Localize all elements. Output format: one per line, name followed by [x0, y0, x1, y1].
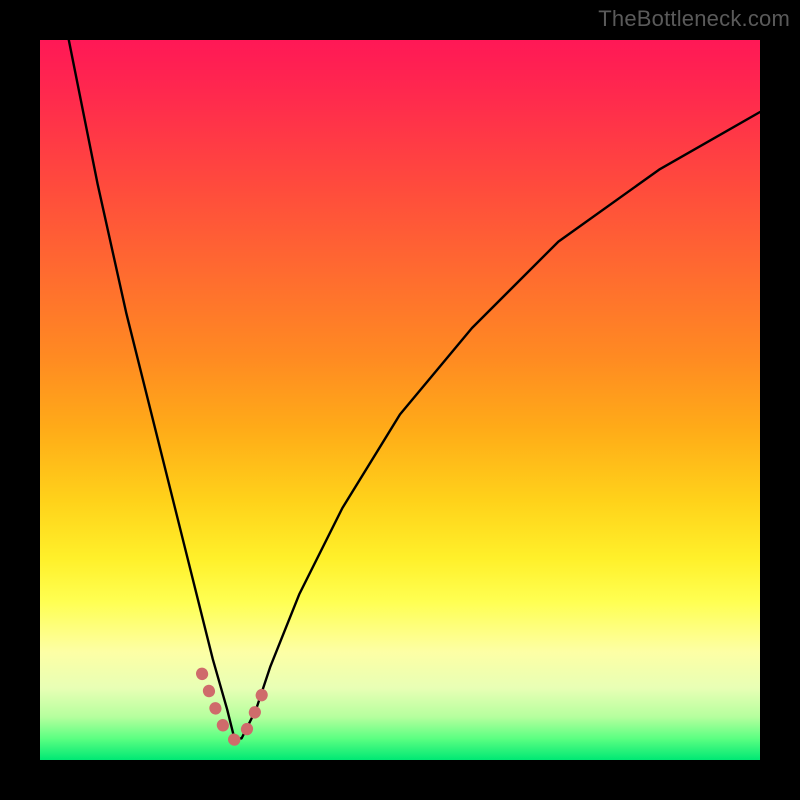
chart-frame: TheBottleneck.com: [0, 0, 800, 800]
curve-svg: [40, 40, 760, 760]
plot-area: [40, 40, 760, 760]
bottleneck-curve: [69, 40, 760, 738]
highlight-segment: [202, 674, 267, 740]
watermark-text: TheBottleneck.com: [598, 6, 790, 32]
